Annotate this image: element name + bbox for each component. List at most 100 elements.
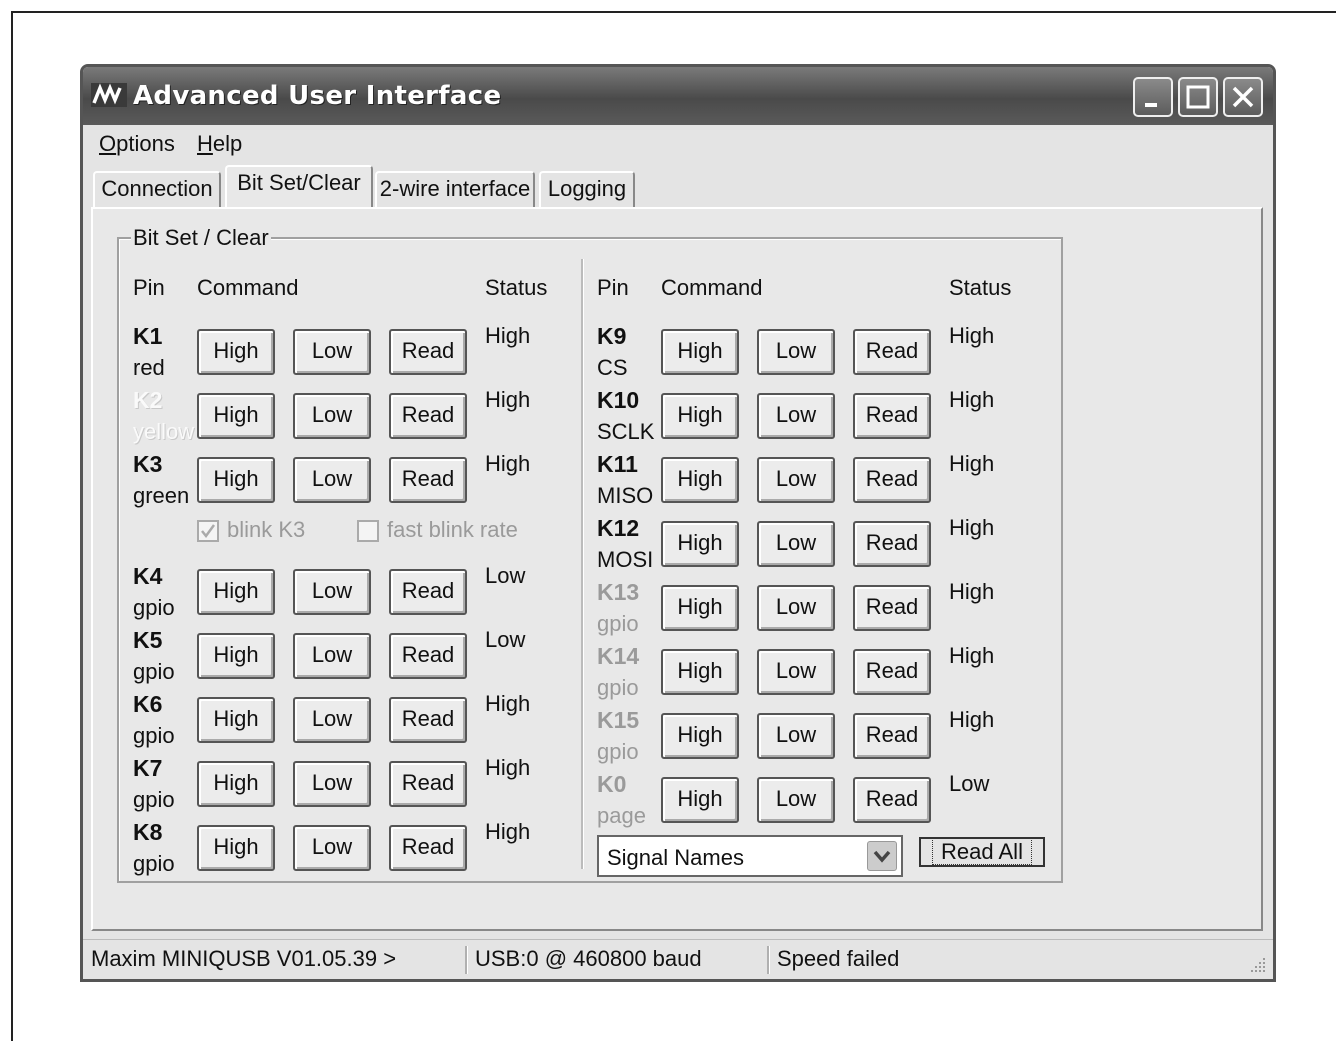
read-button[interactable]: Read [389, 457, 467, 503]
pin-status: High [485, 819, 531, 844]
pin-name: K2 [133, 387, 163, 413]
tab-bit-set-clear[interactable]: Bit Set/Clear [225, 165, 373, 207]
low-button[interactable]: Low [293, 569, 371, 615]
pin-name: K5 [133, 627, 163, 653]
high-button[interactable]: High [661, 521, 739, 567]
status-bar: Maxim MINIQUSB V01.05.39 > USB:0 @ 46080… [83, 939, 1273, 979]
read-button[interactable]: Read [389, 329, 467, 375]
low-button[interactable]: Low [293, 329, 371, 375]
low-button[interactable]: Low [757, 457, 835, 503]
close-button[interactable] [1223, 77, 1263, 117]
high-button[interactable]: High [197, 393, 275, 439]
checkbox-box[interactable] [357, 520, 379, 543]
high-button[interactable]: High [661, 393, 739, 439]
checkbox-box[interactable] [197, 520, 219, 543]
header-command-left: Command [197, 275, 299, 300]
high-button[interactable]: High [197, 633, 275, 679]
high-button[interactable]: High [197, 761, 275, 807]
dropdown-button[interactable] [867, 841, 897, 871]
read-button[interactable]: Read [389, 633, 467, 679]
read-button[interactable]: Read [853, 329, 931, 375]
read-button[interactable]: Read [853, 777, 931, 823]
pin-status: High [485, 323, 531, 348]
tab-connection[interactable]: Connection [93, 171, 221, 207]
high-button[interactable]: High [197, 569, 275, 615]
high-button[interactable]: High [661, 585, 739, 631]
status-device: Maxim MINIQUSB V01.05.39 > [91, 946, 397, 971]
high-button[interactable]: High [197, 457, 275, 503]
high-button[interactable]: High [197, 329, 275, 375]
low-button[interactable]: Low [293, 761, 371, 807]
menu-help[interactable]: Help [197, 131, 242, 157]
column-divider [581, 259, 584, 869]
read-all-button[interactable]: Read All [919, 837, 1045, 867]
read-button[interactable]: Read [853, 521, 931, 567]
pin-name: K13 [597, 579, 640, 605]
read-button[interactable]: Read [389, 393, 467, 439]
pin-signal: red [133, 355, 165, 380]
read-button[interactable]: Read [389, 825, 467, 871]
low-button[interactable]: Low [757, 585, 835, 631]
high-button[interactable]: High [661, 329, 739, 375]
pin-name: K3 [133, 451, 163, 477]
menu-options[interactable]: Options [99, 131, 175, 157]
pin-name: K7 [133, 755, 163, 781]
maximize-button[interactable] [1178, 77, 1218, 117]
blink-k3-label: blink K3 [227, 517, 306, 542]
read-button[interactable]: Read [389, 697, 467, 743]
read-button[interactable]: Read [853, 649, 931, 695]
low-button[interactable]: Low [293, 633, 371, 679]
bit-set-clear-panel: Bit Set / Clear Pin Command Status Pin C… [91, 207, 1263, 931]
pin-status: High [949, 451, 995, 476]
read-button[interactable]: Read [389, 761, 467, 807]
pin-status: High [485, 755, 531, 780]
high-button[interactable]: High [661, 777, 739, 823]
resize-grip-icon[interactable] [1247, 954, 1267, 974]
read-button[interactable]: Read [853, 393, 931, 439]
pin-status: High [949, 387, 995, 412]
low-button[interactable]: Low [293, 457, 371, 503]
signal-names-select[interactable]: Signal Names [597, 835, 903, 877]
tab-logging[interactable]: Logging [539, 171, 635, 207]
maxim-logo-icon [91, 83, 127, 107]
pin-name: K9 [597, 323, 627, 349]
header-status-right: Status [949, 275, 1012, 300]
pin-name: K14 [597, 643, 640, 669]
low-button[interactable]: Low [757, 329, 835, 375]
pin-status: Low [485, 627, 526, 652]
pin-signal: gpio [597, 739, 639, 764]
high-button[interactable]: High [197, 825, 275, 871]
low-button[interactable]: Low [757, 393, 835, 439]
read-button[interactable]: Read [389, 569, 467, 615]
pin-signal: gpio [133, 723, 175, 748]
low-button[interactable]: Low [293, 393, 371, 439]
high-button[interactable]: High [661, 457, 739, 503]
title-bar[interactable]: Advanced User Interface [83, 67, 1273, 125]
read-button[interactable]: Read [853, 585, 931, 631]
low-button[interactable]: Low [293, 697, 371, 743]
pin-status: High [949, 323, 995, 348]
pin-name: K10 [597, 387, 640, 413]
read-button[interactable]: Read [853, 713, 931, 759]
fast-blink-rate-checkbox[interactable]: fast blink rate [357, 517, 518, 543]
group-title: Bit Set / Clear [131, 225, 271, 251]
checkmark-icon [201, 524, 216, 539]
low-button[interactable]: Low [757, 521, 835, 567]
pin-status: High [949, 515, 995, 540]
low-button[interactable]: Low [757, 649, 835, 695]
blink-k3-checkbox[interactable]: blink K3 [197, 517, 305, 543]
app-window: Advanced User Interface Options Help Con… [80, 64, 1276, 982]
high-button[interactable]: High [197, 697, 275, 743]
low-button[interactable]: Low [757, 713, 835, 759]
minimize-button[interactable] [1133, 77, 1173, 117]
low-button[interactable]: Low [757, 777, 835, 823]
low-button[interactable]: Low [293, 825, 371, 871]
tab-2-wire-interface[interactable]: 2-wire interface [375, 171, 535, 207]
read-button[interactable]: Read [853, 457, 931, 503]
minimize-icon [1145, 103, 1157, 107]
menu-bar: Options Help [83, 125, 1273, 161]
pin-status: High [949, 579, 995, 604]
pin-status: Low [949, 771, 990, 796]
high-button[interactable]: High [661, 649, 739, 695]
high-button[interactable]: High [661, 713, 739, 759]
